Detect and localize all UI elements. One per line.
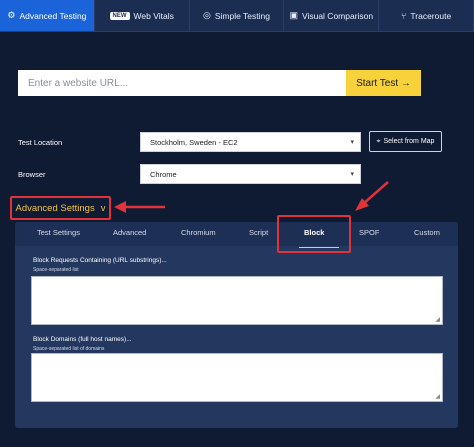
block-domains-hint: Space-separated list of domains <box>33 346 105 352</box>
block-requests-textarea[interactable]: ◢ <box>31 276 443 325</box>
tab-test-settings[interactable]: Test Settings <box>37 228 80 237</box>
block-domains-textarea[interactable]: ◢ <box>31 353 443 402</box>
block-requests-hint: Space-separated list <box>33 267 79 273</box>
block-domains-title: Block Domains (full host names)... <box>33 336 132 343</box>
tab-script[interactable]: Script <box>249 228 268 237</box>
settings-subtabs: Test Settings Advanced Chromium Script B… <box>15 222 458 246</box>
tab-spof[interactable]: SPOF <box>359 228 379 237</box>
tab-chromium[interactable]: Chromium <box>181 228 216 237</box>
resize-handle-icon[interactable]: ◢ <box>435 393 440 400</box>
block-requests-title: Block Requests Containing (URL substring… <box>33 257 167 264</box>
arrow-to-advanced-settings <box>114 201 165 213</box>
tab-advanced[interactable]: Advanced <box>113 228 146 237</box>
resize-handle-icon[interactable]: ◢ <box>435 316 440 323</box>
block-tab-highlight <box>277 215 351 253</box>
tab-custom[interactable]: Custom <box>414 228 440 237</box>
arrow-to-block-tab <box>355 181 389 211</box>
